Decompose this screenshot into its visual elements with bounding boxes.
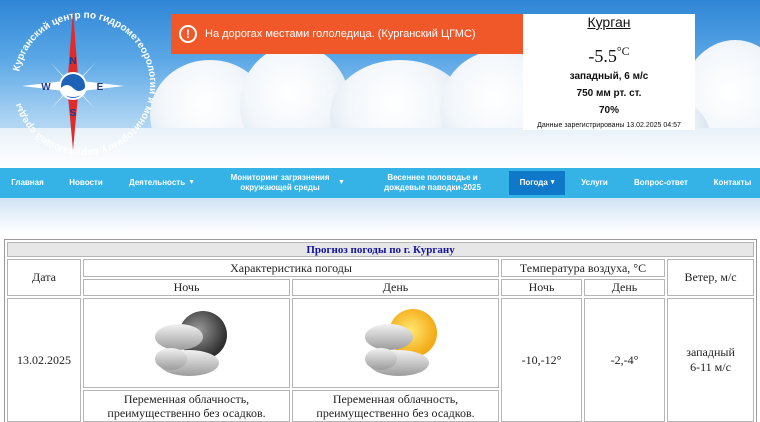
city-link[interactable]: Курган [523, 14, 695, 30]
registered-time: Данные зарегистрированы 13.02.2025 04:57 [537, 122, 681, 129]
main-nav: Главная Новости Деятельность ▼ Мониторинг… [0, 168, 760, 198]
compass-w: W [41, 82, 51, 93]
compass-n: N [69, 56, 76, 67]
compass-logo[interactable]: Курганский центр по гидрометеорологии и … [0, 0, 170, 168]
row-temp-day: -2,-4° [584, 298, 665, 422]
row-wind: западный 6-11 м/с [667, 298, 755, 422]
chevron-down-icon: ▼ [338, 179, 345, 186]
header-date: Дата [7, 259, 81, 296]
alert-text: На дорогах местами гололедица. (Курганск… [205, 28, 476, 40]
compass-s: S [70, 108, 77, 119]
forecast-title: Прогноз погоды по г. Кургану [7, 242, 755, 257]
header-temp-day: День [584, 279, 665, 296]
nav-services[interactable]: Услуги [572, 168, 617, 198]
nav-news[interactable]: Новости [60, 168, 112, 198]
row-temp-night: -10,-12° [501, 298, 582, 422]
temperature-value: -5.5 [588, 46, 617, 66]
header-characteristic: Характеристика погоды [83, 259, 499, 277]
cloudy-moon-icon [154, 311, 227, 376]
header-temperature: Температура воздуха, °С [501, 259, 665, 277]
night-description: Переменная облачность, преимущественно б… [83, 390, 290, 422]
nav-monitoring[interactable]: Мониторинг загрязнения окружающей среды ▼ [215, 168, 355, 198]
current-temperature: -5.5°C [523, 44, 695, 67]
compass-e: E [97, 82, 104, 93]
row-date: 13.02.2025 [7, 298, 81, 422]
nav-home[interactable]: Главная [0, 168, 55, 198]
wind-direction: западный [686, 345, 735, 359]
snow-band [0, 198, 760, 234]
header-wind: Ветер, м/с [667, 259, 755, 296]
nav-activity[interactable]: Деятельность ▼ [122, 168, 202, 198]
current-humidity: 70% [598, 105, 619, 116]
table-row: 13.02.2025 -10,-12° -2,-4° западный 6-11… [7, 298, 755, 422]
nav-contacts[interactable]: Контакты [705, 168, 760, 198]
forecast-table: Прогноз погоды по г. Кургану Дата Характ… [4, 239, 758, 422]
day-description: Переменная облачность, преимущественно б… [292, 390, 499, 422]
header-night: Ночь [83, 279, 290, 296]
cloudy-sun-icon [364, 309, 437, 376]
current-pressure: 750 мм рт. ст. [576, 88, 642, 99]
header-banner: Курганский центр по гидрометеорологии и … [0, 0, 760, 168]
wind-speed: 6-11 м/с [690, 360, 731, 374]
nav-faq[interactable]: Вопрос-ответ [625, 168, 697, 198]
nav-flood[interactable]: Весеннее половодье и дождевые паводки-20… [370, 168, 495, 198]
chevron-down-icon: ▾ [550, 179, 555, 186]
temperature-unit: °C [616, 44, 630, 58]
header-day: День [292, 279, 499, 296]
header-temp-night: Ночь [501, 279, 582, 296]
exclamation-icon: ! [179, 25, 197, 43]
current-weather-card: Курган -5.5°C западный, 6 м/с 750 мм рт.… [523, 14, 695, 130]
chevron-down-icon: ▼ [188, 179, 196, 186]
nav-weather[interactable]: Погода ▾ [509, 171, 565, 195]
road-alert-banner[interactable]: ! На дорогах местами гололедица. (Курган… [171, 14, 523, 54]
current-wind: западный, 6 м/с [569, 71, 649, 82]
